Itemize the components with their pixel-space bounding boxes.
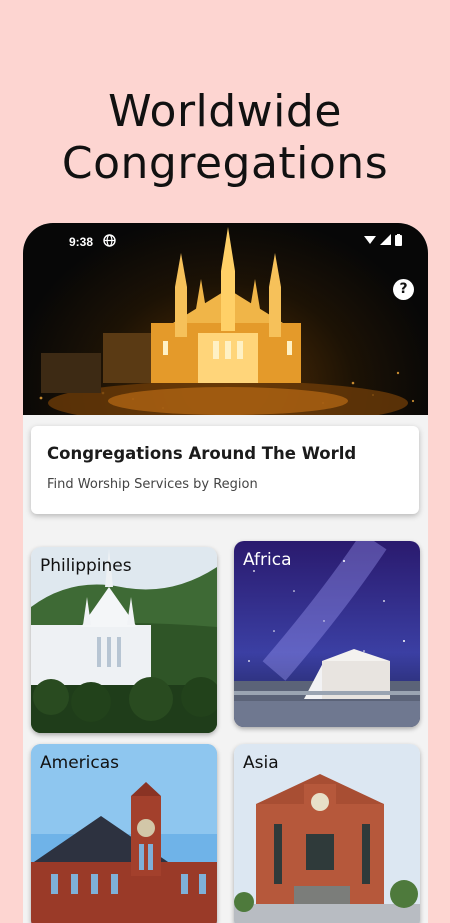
region-label-philippines: Philippines (40, 556, 132, 576)
phone-screen: 9:38 ? Congregations Around The World Fi… (23, 223, 428, 923)
clock-text: 9:38 (69, 235, 94, 249)
info-card[interactable]: Congregations Around The World Find Wors… (31, 426, 419, 514)
status-bar: 9:38 (23, 223, 428, 261)
headline: Worldwide Congregations (0, 86, 450, 190)
info-card-title: Congregations Around The World (47, 444, 357, 463)
signal-icon (380, 234, 391, 245)
hero-banner: 9:38 ? (23, 223, 428, 415)
region-tile-asia[interactable]: Asia (234, 744, 420, 923)
system-icons (364, 234, 402, 246)
headline-line-1: Worldwide (108, 86, 342, 137)
battery-icon (395, 234, 402, 246)
headline-line-2: Congregations (61, 138, 389, 189)
region-label-americas: Americas (40, 753, 119, 773)
wifi-icon (364, 236, 376, 244)
region-tile-philippines[interactable]: Philippines (31, 547, 217, 733)
region-label-asia: Asia (243, 753, 279, 773)
globe-icon (103, 234, 116, 247)
info-card-subtitle: Find Worship Services by Region (47, 477, 258, 492)
region-label-africa: Africa (243, 550, 292, 570)
region-tile-africa[interactable]: Africa (234, 541, 420, 727)
region-tile-americas[interactable]: Americas (31, 744, 217, 923)
help-button[interactable]: ? (393, 279, 414, 300)
